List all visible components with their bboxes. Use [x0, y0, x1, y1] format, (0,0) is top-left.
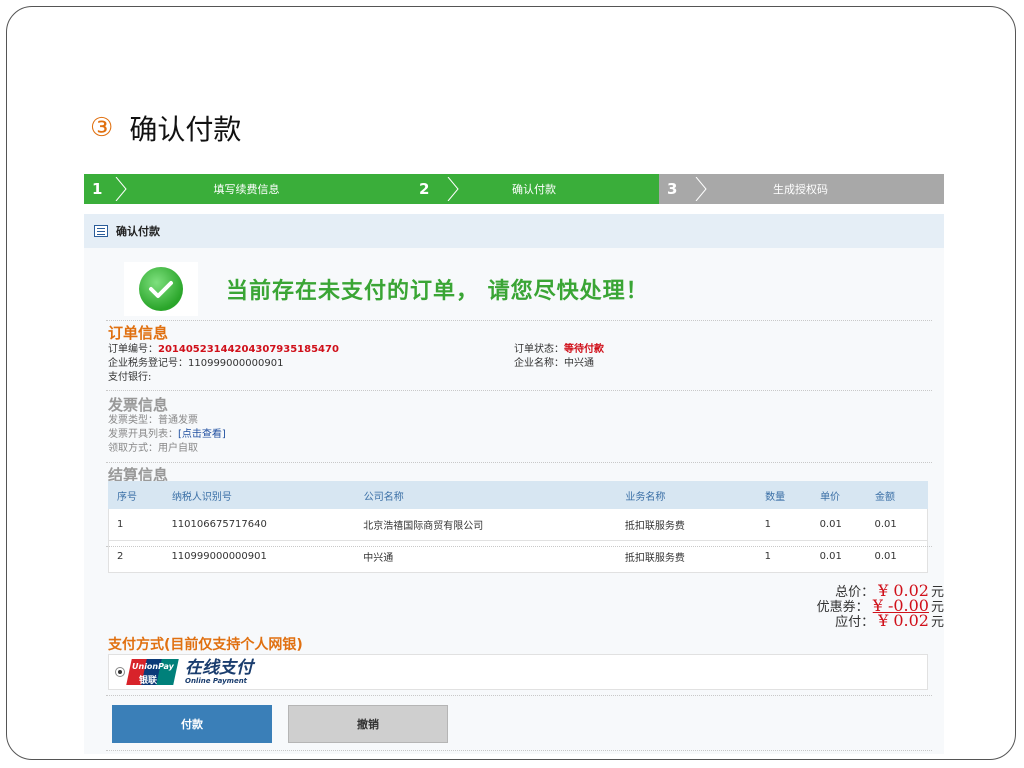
- chevron-right-icon: [695, 177, 707, 201]
- order-number: 订单编号：20140523144204307935185470: [108, 344, 339, 355]
- tax-registration-number: 企业税务登记号：110999000000901: [108, 358, 284, 369]
- payment-radio[interactable]: [115, 667, 125, 677]
- divider: [106, 695, 932, 696]
- list-icon: [94, 225, 108, 237]
- divider: [106, 750, 932, 751]
- step-fill-info: 1 填写续费信息: [84, 174, 411, 204]
- cancel-button[interactable]: 撤销: [288, 705, 448, 743]
- table-header: 序号 纳税人识别号 公司名称 业务名称 数量 单价 金额: [108, 481, 928, 509]
- pickup-method: 领取方式：用户自取: [108, 443, 198, 454]
- amount-due: 应付： ¥ 0.02 元: [835, 611, 944, 630]
- payment-bank: 支付银行:: [108, 372, 152, 383]
- price-totals: 总价： ¥ 0.02 元 优惠券： ¥ -0.00 元 应付： ¥ 0.02 元: [764, 581, 944, 630]
- panel-title: 确认付款: [116, 225, 160, 238]
- settlement-table: 序号 纳税人识别号 公司名称 业务名称 数量 单价 金额 1 110106675…: [108, 481, 928, 573]
- unpaid-notice: 当前存在未支付的订单， 请您尽快处理！: [124, 260, 904, 318]
- progress-steps: 1 填写续费信息 2 确认付款 3 生成授权码: [84, 174, 944, 204]
- confirm-panel: 确认付款 当前存在未支付的订单， 请您尽快处理！ 订单信息 订单编号：20140…: [84, 214, 944, 754]
- chevron-right-icon: [447, 177, 459, 201]
- step-number: ③: [90, 113, 114, 143]
- payment-option-online[interactable]: UnionPay 银联 在线支付 Online Payment: [108, 654, 928, 690]
- slide-heading: 确认付款: [129, 113, 242, 146]
- online-payment-label: 在线支付 Online Payment: [185, 657, 253, 685]
- order-status: 订单状态：等待付款: [514, 344, 604, 355]
- company-name: 企业名称：中兴通: [514, 358, 594, 369]
- payment-screenshot: 1 填写续费信息 2 确认付款 3 生成授权码 确认付款 当前存在未支付的订单，…: [84, 174, 944, 754]
- invoice-type: 发票类型：普通发票: [108, 415, 198, 426]
- unionpay-logo: UnionPay 银联: [126, 657, 179, 687]
- invoice-list: 发票开具列表：[点击查看]: [108, 429, 226, 440]
- divider: [106, 390, 932, 391]
- checkmark-icon: [124, 262, 198, 316]
- chevron-right-icon: [115, 177, 127, 201]
- panel-header: 确认付款: [84, 214, 944, 248]
- pay-button[interactable]: 付款: [112, 705, 272, 743]
- payment-method-title: 支付方式(目前仅支持个人网银): [108, 637, 303, 653]
- divider: [106, 320, 932, 321]
- divider: [106, 546, 932, 547]
- notice-text: 当前存在未支付的订单， 请您尽快处理！: [226, 279, 649, 304]
- slide-title: ③ 确认付款: [90, 108, 241, 148]
- table-row: 1 110106675717640 北京浩禧国际商贸有限公司 抵扣联服务费 1 …: [108, 508, 928, 541]
- divider: [106, 462, 932, 463]
